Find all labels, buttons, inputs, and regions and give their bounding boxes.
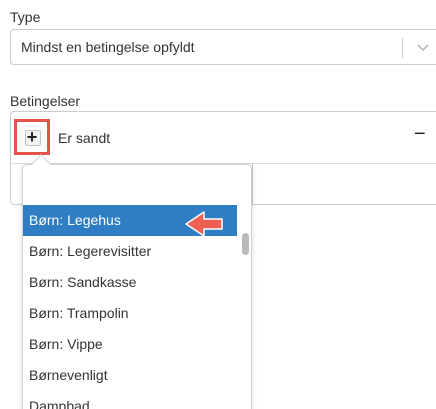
select-separator xyxy=(402,38,403,58)
condition-dropdown: Børn: Legehus Børn: Legerevisitter Børn:… xyxy=(22,164,252,409)
dropdown-item-born-vippe[interactable]: Børn: Vippe xyxy=(23,329,237,360)
dropdown-item-born-trampolin[interactable]: Børn: Trampolin xyxy=(23,298,237,329)
dropdown-search-input[interactable] xyxy=(23,165,251,203)
scrollbar-thumb[interactable] xyxy=(242,233,249,255)
type-label: Type xyxy=(10,9,41,25)
dropdown-item-bornevenligt[interactable]: Børnevenligt xyxy=(23,360,237,391)
type-select[interactable]: Mindst en betingelse opfyldt xyxy=(10,29,436,65)
type-select-value: Mindst en betingelse opfyldt xyxy=(21,39,195,55)
annotation-arrow-icon xyxy=(185,211,223,237)
condition-text: Er sandt xyxy=(58,130,111,146)
dropdown-item-born-legerevisitter[interactable]: Børn: Legerevisitter xyxy=(23,236,237,267)
plus-icon: + xyxy=(26,127,38,147)
conditions-label: Betingelser xyxy=(10,93,81,109)
remove-condition-button[interactable]: − xyxy=(414,124,426,144)
add-condition-button[interactable]: + xyxy=(14,119,50,155)
dropdown-item-dampbad[interactable]: Dampbad xyxy=(23,391,237,409)
dropdown-item-born-sandkasse[interactable]: Børn: Sandkasse xyxy=(23,267,237,298)
dropdown-scrollbar[interactable] xyxy=(240,205,251,409)
chevron-down-icon[interactable] xyxy=(415,39,431,55)
page: Type Mindst en betingelse opfyldt Beting… xyxy=(0,0,436,409)
